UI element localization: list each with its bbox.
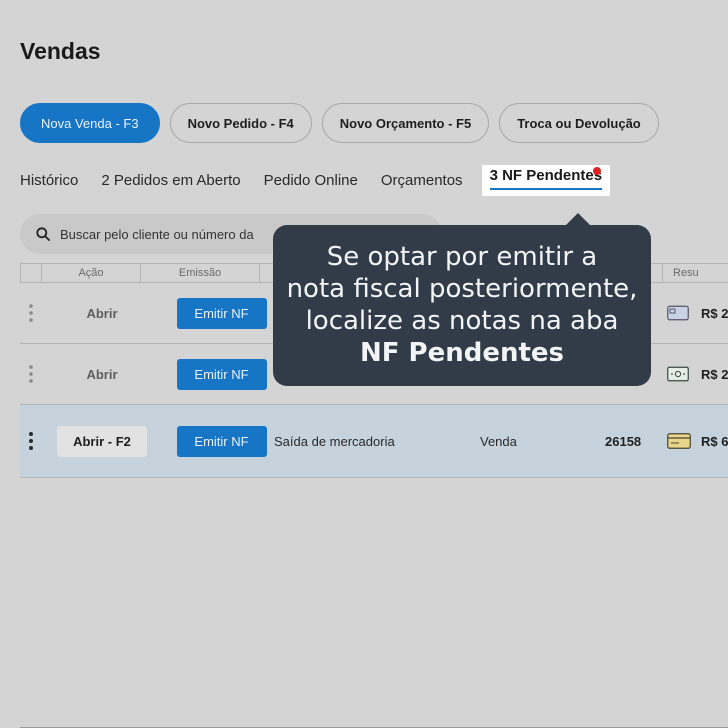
row-operation: Saída de mercadoria bbox=[274, 433, 395, 449]
cash-icon bbox=[667, 366, 689, 382]
new-quote-button[interactable]: Novo Orçamento - F5 bbox=[321, 103, 490, 143]
open-sale-button[interactable]: Abrir - F2 bbox=[57, 425, 147, 457]
header-spacer bbox=[20, 264, 41, 282]
header-emission: Emissão bbox=[140, 264, 259, 282]
exchange-return-button[interactable]: Troca ou Devolução bbox=[499, 103, 659, 143]
tab-quotes[interactable]: Orçamentos bbox=[381, 168, 463, 193]
voucher-card-icon bbox=[667, 433, 691, 449]
page-title: Vendas bbox=[20, 38, 101, 64]
header-result: Resu bbox=[662, 264, 728, 282]
search-icon bbox=[36, 227, 50, 241]
tooltip-line-1: Se optar por emitir a bbox=[326, 242, 598, 272]
tab-history[interactable]: Histórico bbox=[20, 168, 78, 193]
table-row[interactable]: Abrir - F2 Emitir NF Saída de mercadoria… bbox=[20, 405, 728, 478]
emit-nf-button[interactable]: Emitir NF bbox=[176, 297, 267, 329]
row-kind: Venda bbox=[480, 433, 517, 449]
tab-online-order[interactable]: Pedido Online bbox=[264, 168, 358, 193]
onboarding-tooltip: Se optar por emitir a nota fiscal poster… bbox=[273, 213, 651, 386]
new-sale-button[interactable]: Nova Venda - F3 bbox=[20, 103, 160, 143]
emit-nf-button[interactable]: Emitir NF bbox=[176, 358, 267, 390]
row-amount: R$ 2 bbox=[701, 366, 728, 382]
tooltip-line-4: NF Pendentes bbox=[359, 338, 565, 368]
row-amount: R$ 6 bbox=[701, 433, 728, 449]
row-number: 26158 bbox=[605, 433, 642, 449]
tab-open-orders[interactable]: 2 Pedidos em Aberto bbox=[101, 168, 240, 193]
tooltip-line-3: localize as notas na aba bbox=[305, 306, 619, 336]
emit-nf-button[interactable]: Emitir NF bbox=[176, 425, 267, 457]
header-action: Ação bbox=[41, 264, 140, 282]
open-sale-link[interactable]: Abrir bbox=[86, 306, 117, 321]
tooltip-arrow bbox=[565, 213, 591, 226]
tooltip-line-2: nota fiscal posteriormente, bbox=[286, 274, 638, 304]
row-amount: R$ 2 bbox=[701, 305, 728, 321]
row-menu-icon[interactable] bbox=[20, 431, 42, 451]
tab-pending-nf[interactable]: 3 NF Pendentes bbox=[481, 165, 611, 196]
row-menu-icon[interactable] bbox=[20, 364, 42, 384]
open-sale-link[interactable]: Abrir bbox=[86, 367, 117, 382]
card-icon bbox=[667, 305, 689, 321]
search-placeholder: Buscar pelo cliente ou número da bbox=[60, 226, 254, 242]
action-buttons: Nova Venda - F3 Novo Pedido - F4 Novo Or… bbox=[20, 103, 659, 143]
tab-pending-nf-label: 3 NF Pendentes bbox=[489, 167, 603, 190]
row-menu-icon[interactable] bbox=[20, 303, 42, 323]
new-order-button[interactable]: Novo Pedido - F4 bbox=[169, 103, 312, 143]
sales-tabs: Histórico 2 Pedidos em Aberto Pedido Onl… bbox=[20, 165, 633, 196]
